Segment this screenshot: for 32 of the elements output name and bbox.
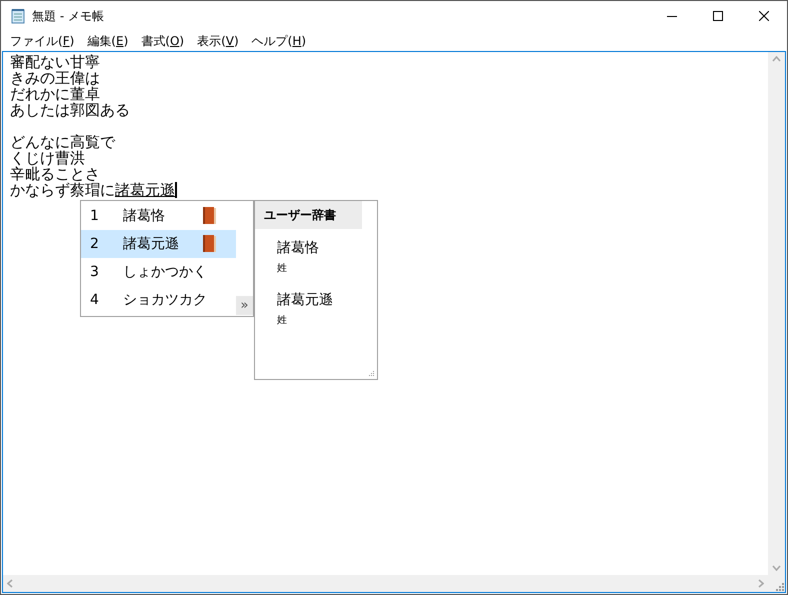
candidate-item[interactable]: 3 しょかつかく (81, 258, 236, 286)
close-icon[interactable] (759, 11, 769, 21)
scroll-up-icon[interactable] (772, 56, 781, 62)
notepad-icon (11, 8, 25, 24)
menu-item[interactable]: ヘルプ(H) (244, 32, 312, 50)
menu-item[interactable]: 表示(V) (190, 32, 245, 50)
menu-item[interactable]: 書式(O) (134, 32, 190, 50)
size-grip-icon[interactable] (776, 583, 785, 592)
text-line: どんなに高覧で (10, 134, 115, 150)
text-line: かならず蔡瑁に諸葛元遜 (10, 182, 177, 198)
maximize-icon[interactable] (713, 11, 723, 21)
menu-item[interactable]: 編集(E) (80, 32, 134, 50)
scroll-down-icon[interactable] (772, 565, 781, 571)
entry-note: 姓 (277, 314, 287, 327)
text-line: あしたは郭図ある (10, 102, 130, 118)
menu-item[interactable]: ファイル(F) (3, 32, 80, 50)
entry-note: 姓 (277, 262, 287, 275)
entry-word: 諸葛元遜 (277, 291, 333, 309)
text-line: きみの王偉は (10, 70, 100, 86)
entry-word: 諸葛恪 (277, 239, 319, 257)
candidate-item[interactable]: 2 諸葛元遜 (81, 230, 236, 258)
dictionary-header: ユーザー辞書 (255, 201, 362, 229)
expand-button[interactable]: » (236, 296, 253, 315)
scroll-right-icon[interactable] (758, 579, 764, 588)
text-line: だれかに董卓 (10, 86, 100, 102)
candidate-item[interactable]: 1 諸葛恪 (81, 202, 236, 230)
text-line: 審配ない甘寧 (10, 54, 100, 70)
window-title: 無題 - メモ帳 (32, 8, 104, 24)
candidate-item[interactable]: 4 ショカツカク (81, 286, 236, 314)
scroll-left-icon[interactable] (7, 579, 13, 588)
text-line: 辛毗ることさ (10, 166, 100, 182)
text-line: くじけ曹洪 (10, 150, 85, 166)
